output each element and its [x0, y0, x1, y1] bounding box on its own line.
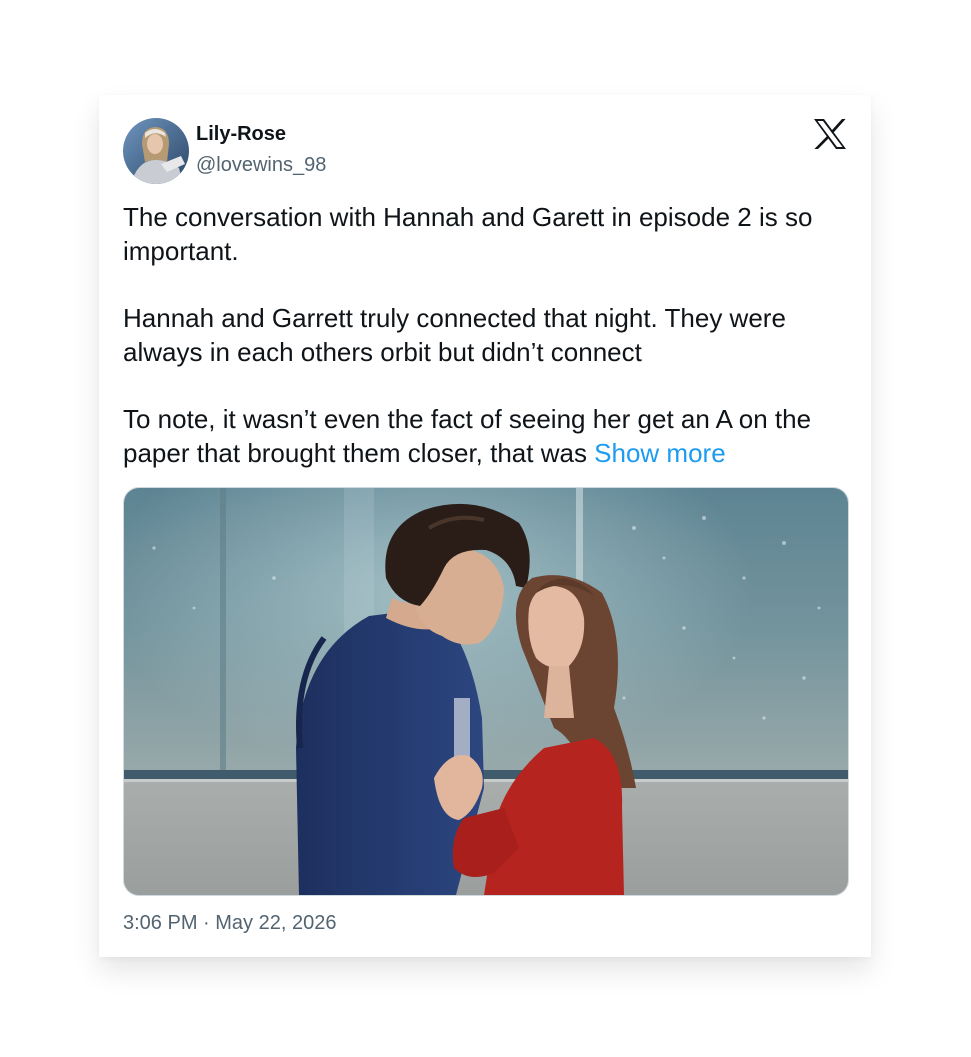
avatar[interactable] — [123, 118, 189, 184]
author-handle[interactable]: @lovewins_98 — [196, 154, 326, 177]
timestamp[interactable]: 3:06 PM · May 22, 2026 — [123, 912, 336, 935]
x-logo-icon[interactable] — [813, 118, 847, 150]
author-name[interactable]: Lily-Rose — [196, 123, 286, 146]
tweet-paragraph-1: The conversation with Hannah and Garett … — [123, 202, 813, 266]
show-more-link[interactable]: Show more — [594, 438, 726, 468]
tweet-paragraph-2: Hannah and Garrett truly connected that … — [123, 303, 786, 367]
tweet-text: The conversation with Hannah and Garett … — [123, 200, 843, 470]
tweet-paragraph-3: To note, it wasn’t even the fact of seei… — [123, 402, 843, 470]
tweet-card: Lily-Rose @lovewins_98 The conversation … — [99, 95, 871, 957]
tweet-image[interactable] — [123, 487, 849, 896]
